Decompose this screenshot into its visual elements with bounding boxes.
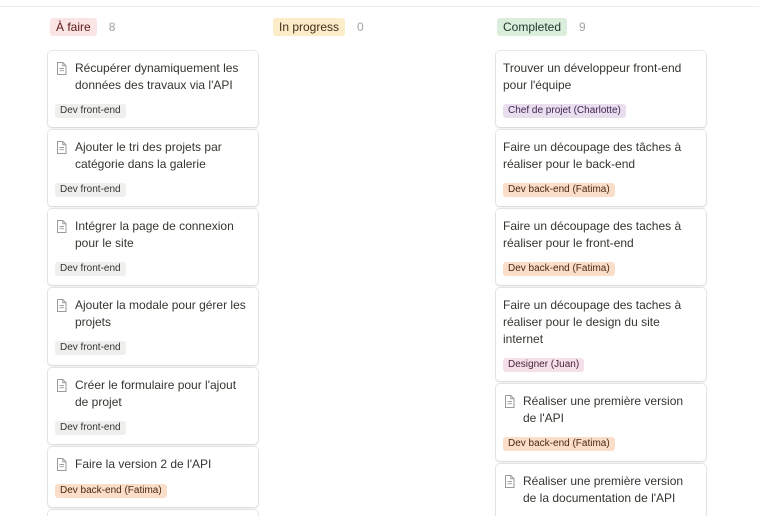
page-icon xyxy=(504,475,515,488)
board-card[interactable]: Créer le formulaire pour l'ajout de proj… xyxy=(48,368,258,444)
tag-badge: Dev front-end xyxy=(55,262,126,276)
page-icon xyxy=(56,299,67,312)
card-title: Créer le formulaire pour l'ajout de proj… xyxy=(75,378,237,409)
status-label-completed[interactable]: Completed xyxy=(497,18,568,36)
tag-badge: Dev back-end (Fatima) xyxy=(503,437,615,451)
board-card[interactable]: Intégrer la page de connexion pour le si… xyxy=(48,209,258,285)
card-title: Faire un découpage des taches à réaliser… xyxy=(503,219,682,250)
card-count: 0 xyxy=(357,20,364,34)
card-title: Ajouter la modale pour gérer les projets xyxy=(75,298,246,329)
board-card[interactable]: Réaliser une première version de l'API D… xyxy=(496,384,706,461)
page-icon xyxy=(56,220,67,233)
card-count: 9 xyxy=(579,20,586,34)
card-title: Faire un découpage des taches à réaliser… xyxy=(503,298,682,346)
board-card[interactable]: Récupérer dynamiquement les données des … xyxy=(48,51,258,127)
tag-badge: Dev back-end (Fatima) xyxy=(503,183,615,197)
card-title: Intégrer la page de connexion pour le si… xyxy=(75,219,234,250)
page-icon xyxy=(56,458,67,471)
card-title: Ajouter le tri des projets par catégorie… xyxy=(75,140,222,171)
tag-badge: Dev back-end (Fatima) xyxy=(55,484,167,498)
board-card[interactable]: Ajouter le tri des projets par catégorie… xyxy=(48,130,258,206)
board-card[interactable]: Faire un découpage des tâches à réaliser… xyxy=(496,130,706,206)
tag-badge: Chef de projet (Charlotte) xyxy=(503,104,626,118)
board-card[interactable]: Ajouter la modale pour gérer les projets… xyxy=(48,288,258,365)
board-card[interactable]: Faire un découpage des taches à réaliser… xyxy=(496,209,706,285)
tag-badge: Designer (Juan) xyxy=(503,358,585,372)
tag-badge: Dev front-end xyxy=(55,104,126,118)
tag-badge: Dev front-end xyxy=(55,183,126,197)
column-header[interactable]: In progress 0 xyxy=(273,18,364,36)
column-header[interactable]: Completed 9 xyxy=(497,18,586,36)
status-label-in-progress[interactable]: In progress xyxy=(273,18,346,36)
board-card[interactable]: Trouver un développeur front-end pour l'… xyxy=(496,51,706,127)
tag-badge: Dev front-end xyxy=(55,341,126,355)
card-title: Faire un découpage des tâches à réaliser… xyxy=(503,140,682,171)
page-icon xyxy=(504,395,515,408)
board-card[interactable]: Réaliser une première version de la docu… xyxy=(496,464,706,516)
column-header[interactable]: À faire 8 xyxy=(50,18,115,36)
board-card[interactable] xyxy=(48,510,258,516)
top-divider xyxy=(0,6,759,7)
card-title: Réaliser une première version de l'API xyxy=(523,394,684,425)
card-title: Trouver un développeur front-end pour l'… xyxy=(503,61,682,92)
card-title: Faire la version 2 de l'API xyxy=(75,457,212,471)
card-title: Récupérer dynamiquement les données des … xyxy=(75,61,239,92)
tag-badge: Dev front-end xyxy=(55,421,126,435)
card-title: Réaliser une première version de la docu… xyxy=(523,474,684,505)
tag-badge: Dev back-end (Fatima) xyxy=(503,262,615,276)
board-card[interactable]: Faire un découpage des taches à réaliser… xyxy=(496,288,706,381)
page-icon xyxy=(56,62,67,75)
status-label-todo[interactable]: À faire xyxy=(50,18,97,36)
card-count: 8 xyxy=(108,20,116,34)
page-icon xyxy=(56,141,67,154)
page-icon xyxy=(56,379,67,392)
board-card[interactable]: Faire la version 2 de l'API Dev back-end… xyxy=(48,447,258,507)
